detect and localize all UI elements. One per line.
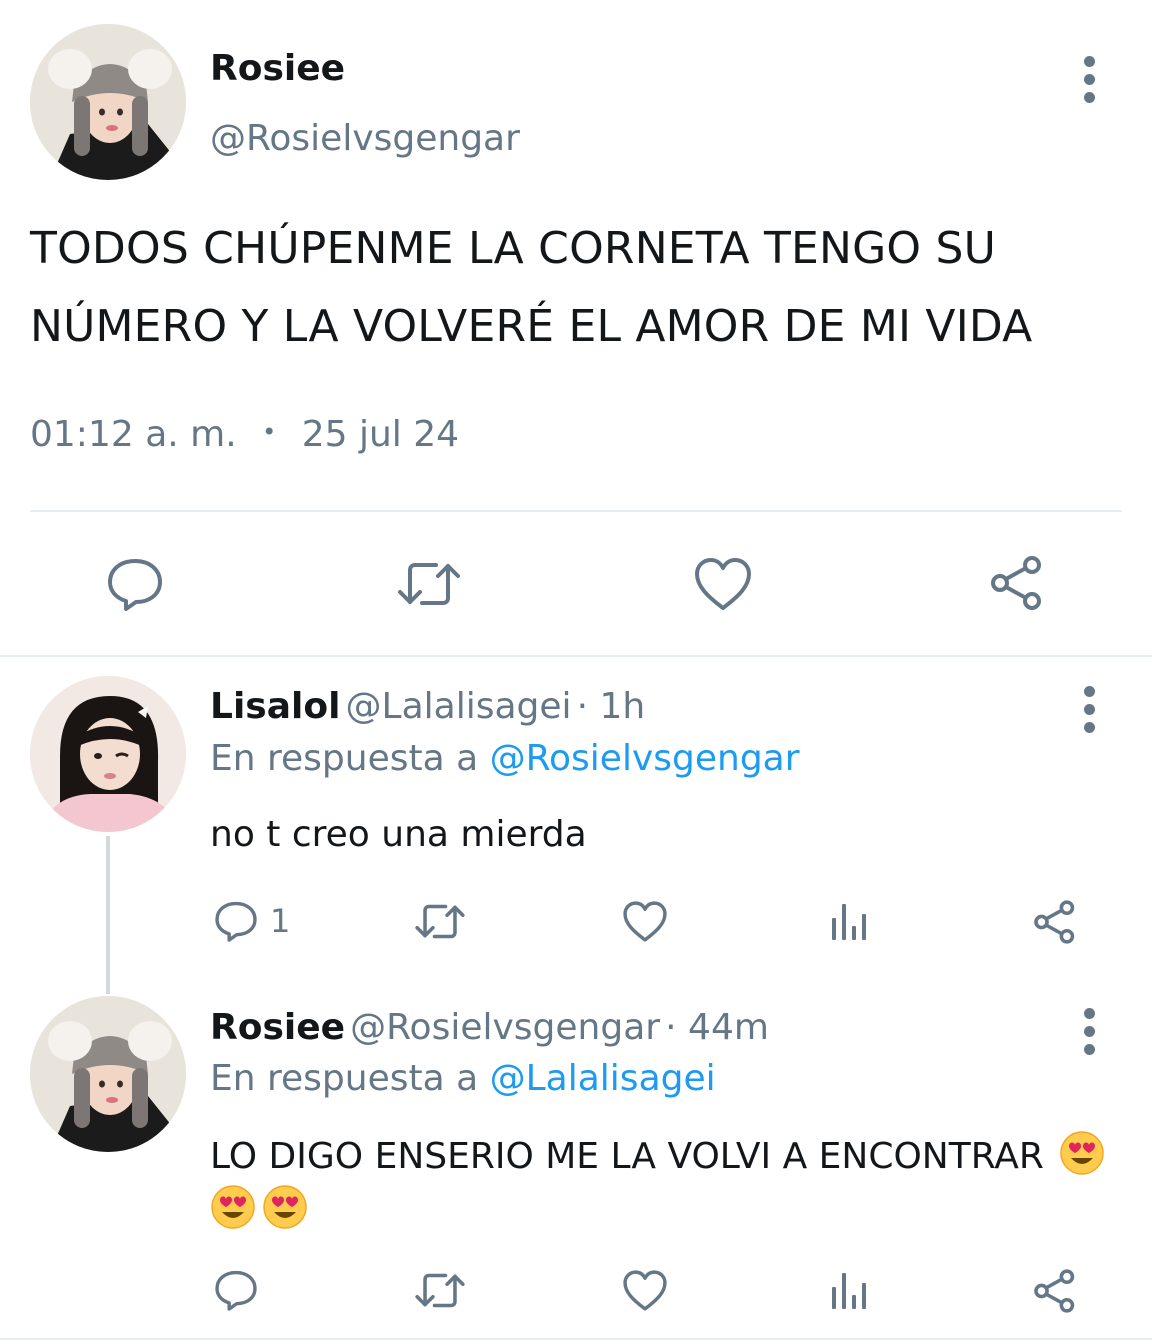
in-reply-to: En respuesta a @Lalalisagei xyxy=(210,1058,716,1099)
in-reply-handle-link[interactable]: @Lalalisagei xyxy=(490,1058,716,1099)
tweet-date: 25 jul 24 xyxy=(301,414,460,455)
like-icon[interactable] xyxy=(622,1269,668,1312)
share-icon[interactable] xyxy=(1032,899,1078,945)
reply-icon[interactable] xyxy=(214,899,258,943)
in-reply-handle-link[interactable]: @Rosielvsgengar xyxy=(490,738,800,779)
divider xyxy=(0,655,1152,657)
reply-header: Lisalol @Lalalisagei · 1h xyxy=(210,686,645,727)
tweet-text: TODOS CHÚPENME LA CORNETA TENGO SU NÚMER… xyxy=(30,223,1033,352)
more-options-icon[interactable] xyxy=(1078,56,1102,104)
reply-age: · 1h xyxy=(576,686,646,727)
share-icon[interactable] xyxy=(988,554,1046,612)
reply-icon[interactable] xyxy=(106,555,164,613)
avatar-lisalol[interactable] xyxy=(30,676,186,832)
in-reply-to: En respuesta a @Rosielvsgengar xyxy=(210,738,800,779)
more-options-icon[interactable] xyxy=(1078,686,1102,734)
like-icon[interactable] xyxy=(693,556,753,612)
reply-count: 1 xyxy=(270,902,291,940)
divider xyxy=(0,1338,1152,1340)
reply-author-handle[interactable]: @Lalalisagei xyxy=(346,686,572,727)
tweet-timestamp[interactable]: 01:12 a. m. • 25 jul 24 xyxy=(30,414,459,455)
reply-header: Rosiee @Rosielvsgengar · 44m xyxy=(210,1007,769,1048)
author-name[interactable]: Rosiee xyxy=(210,48,345,89)
avatar-rosiee[interactable] xyxy=(30,24,186,180)
heart-eyes-emoji-icon xyxy=(210,1184,256,1230)
avatar-rosiee[interactable] xyxy=(30,996,186,1152)
reply-text-block: LO DIGO ENSERIO ME LA VOLVI A ENCONTRAR xyxy=(210,1130,1120,1238)
heart-eyes-emoji-icon xyxy=(262,1184,308,1230)
reply-age: · 44m xyxy=(665,1007,769,1048)
in-reply-prefix: En respuesta a xyxy=(210,738,479,779)
like-icon[interactable] xyxy=(622,900,668,943)
views-icon[interactable] xyxy=(830,902,870,942)
author-handle[interactable]: @Rosielvsgengar xyxy=(210,118,520,159)
retweet-icon[interactable] xyxy=(396,558,462,610)
reply-icon[interactable] xyxy=(214,1268,258,1312)
in-reply-prefix: En respuesta a xyxy=(210,1058,479,1099)
meta-separator: • xyxy=(262,418,277,446)
tweet-time: 01:12 a. m. xyxy=(30,414,237,455)
views-icon[interactable] xyxy=(830,1271,870,1311)
reply-text: no t creo una mierda xyxy=(210,814,587,855)
retweet-icon[interactable] xyxy=(414,901,466,942)
retweet-icon[interactable] xyxy=(414,1270,466,1311)
reply-author-name[interactable]: Rosiee xyxy=(210,1007,345,1048)
divider xyxy=(30,510,1122,512)
thread-connector xyxy=(106,836,110,994)
share-icon[interactable] xyxy=(1032,1268,1078,1314)
more-options-icon[interactable] xyxy=(1078,1008,1102,1056)
reply-author-handle[interactable]: @Rosielvsgengar xyxy=(350,1007,660,1048)
heart-eyes-emoji-icon xyxy=(1059,1130,1105,1176)
reply-author-name[interactable]: Lisalol xyxy=(210,686,340,727)
reply-text: LO DIGO ENSERIO ME LA VOLVI A ENCONTRAR xyxy=(210,1136,1044,1177)
